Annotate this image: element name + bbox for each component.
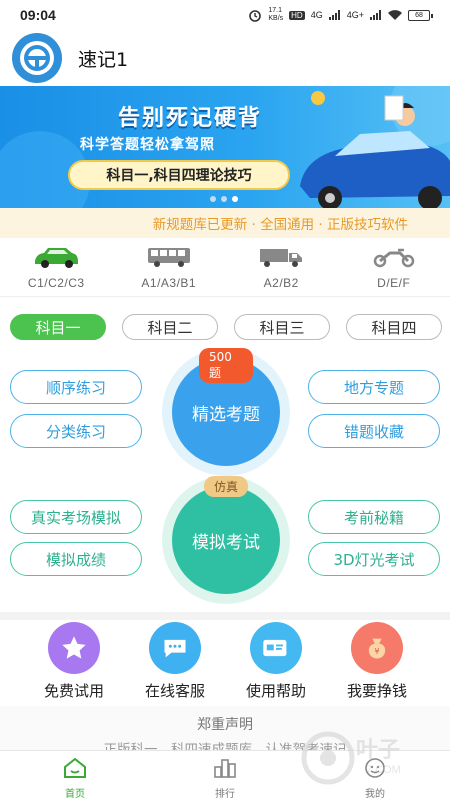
status-icons: 17.1 KB/s HD 4G 4G+ 68 (248, 7, 433, 23)
wifi-icon (388, 9, 402, 21)
battery-icon: 68 (408, 9, 433, 21)
simulation-badge: 仿真 (203, 476, 249, 497)
tab-subject-4[interactable]: 科目四 (346, 314, 442, 340)
nav-home[interactable]: 首页 (0, 751, 150, 800)
exam-tips-button[interactable]: 考前秘籍 (308, 500, 440, 534)
app-title: 速记1 (78, 48, 129, 71)
vehicle-motorcycle[interactable]: D/E/F (338, 238, 450, 294)
steering-wheel-logo-icon[interactable] (12, 33, 62, 83)
nav-ranking-label: 排行 (215, 789, 235, 800)
free-trial-label: 免费试用 (43, 682, 104, 700)
card-icon (250, 622, 302, 674)
star-icon (48, 622, 100, 674)
truck-icon (257, 246, 305, 272)
help-item[interactable]: 使用帮助 (226, 622, 326, 701)
money-bag-icon: ¥ (351, 622, 403, 674)
statement-title: 郑重声明 (197, 717, 253, 733)
banner-pill: 科目一,科目四理论技巧 (68, 160, 290, 190)
banner-subtitle: 科学答题轻松拿驾照 (80, 137, 215, 153)
app-header: 速记1 (0, 30, 450, 86)
nav-profile[interactable]: 我的 (300, 751, 450, 800)
banner-pagination[interactable] (210, 196, 238, 202)
bus-icon (145, 246, 193, 272)
nav-ranking[interactable]: 排行 (150, 751, 300, 800)
banner-dot[interactable] (221, 196, 227, 202)
vehicle-truck[interactable]: A2/B2 (225, 238, 338, 294)
svg-text:¥: ¥ (374, 646, 379, 656)
chat-icon (149, 622, 201, 674)
vehicle-label: A2/B2 (263, 276, 299, 290)
bottom-nav: 首页 排行 我的 (0, 750, 450, 800)
nav-profile-label: 我的 (365, 789, 385, 800)
banner-dot-active[interactable] (232, 196, 238, 202)
statement-section: 郑重声明 正版科一、科四速成题库，认准驾考速记 (0, 706, 450, 758)
online-service-label: 在线客服 (144, 682, 205, 700)
help-label: 使用帮助 (245, 682, 306, 700)
vehicle-label: C1/C2/C3 (27, 276, 85, 290)
vehicle-selector: C1/C2/C3 A1/A3/B1 A2/B2 D/E/F (0, 238, 450, 294)
tab-subject-1[interactable]: 科目一 (10, 314, 106, 340)
net-speed: 17.1 KB/s (268, 7, 284, 22)
ranking-icon (213, 757, 237, 783)
mock-exam-circle[interactable]: 仿真 模拟考试 (162, 476, 290, 604)
wrong-questions-button[interactable]: 错题收藏 (308, 414, 440, 448)
online-service-item[interactable]: 在线客服 (125, 622, 225, 701)
vehicle-label: A1/A3/B1 (141, 276, 197, 290)
signal-4g-plus: 4G+ (346, 10, 364, 20)
home-icon (63, 757, 87, 783)
banner-title: 告别死记硬背 (118, 106, 263, 131)
nav-home-label: 首页 (65, 789, 85, 800)
mock-scores-button[interactable]: 模拟成绩 (10, 542, 142, 576)
earn-money-item[interactable]: ¥ 我要挣钱 (327, 622, 427, 701)
local-topics-button[interactable]: 地方专题 (308, 370, 440, 404)
light-exam-3d-button[interactable]: 3D灯光考试 (308, 542, 440, 576)
motorcycle-icon (370, 246, 418, 272)
divider (0, 296, 450, 297)
notice-text: 新规题库已更新 · 全国通用 · 正版技巧软件 (152, 217, 408, 233)
tab-subject-2[interactable]: 科目二 (122, 314, 218, 340)
sequential-practice-button[interactable]: 顺序练习 (10, 370, 142, 404)
vehicle-car[interactable]: C1/C2/C3 (0, 238, 113, 294)
section-separator (0, 612, 450, 620)
signal-4g: 4G (310, 10, 323, 20)
status-bar: 09:04 17.1 KB/s HD 4G 4G+ 68 (0, 0, 450, 30)
status-time: 09:04 (20, 7, 56, 23)
featured-questions-button[interactable]: 500题 精选考题 (172, 348, 280, 466)
mock-exam-button[interactable]: 仿真 模拟考试 (172, 476, 280, 594)
profile-icon (363, 757, 387, 783)
hd-badge: HD (289, 10, 305, 20)
banner-dot[interactable] (210, 196, 216, 202)
car-icon (32, 246, 80, 272)
vehicle-bus[interactable]: A1/A3/B1 (113, 238, 226, 294)
notice-bar: 新规题库已更新 · 全国通用 · 正版技巧软件 (0, 208, 450, 238)
questions-count-badge: 500题 (199, 348, 253, 383)
subject-tabs: 科目一 科目二 科目三 科目四 (10, 314, 442, 340)
vehicle-label: D/E/F (377, 276, 411, 290)
category-practice-button[interactable]: 分类练习 (10, 414, 142, 448)
tab-subject-3[interactable]: 科目三 (234, 314, 330, 340)
free-trial-item[interactable]: 免费试用 (24, 622, 124, 701)
mock-exam-label: 模拟考试 (192, 532, 260, 553)
alarm-icon (248, 8, 262, 22)
earn-money-label: 我要挣钱 (346, 682, 407, 700)
featured-questions-circle[interactable]: 500题 精选考题 (162, 348, 290, 476)
featured-questions-label: 精选考题 (192, 404, 260, 425)
signal-icon (328, 10, 341, 20)
promo-banner[interactable]: 告别死记硬背 科学答题轻松拿驾照 科目一,科目四理论技巧 (0, 86, 450, 208)
signal-icon-2 (370, 10, 382, 20)
real-exam-simulation-button[interactable]: 真实考场模拟 (10, 500, 142, 534)
